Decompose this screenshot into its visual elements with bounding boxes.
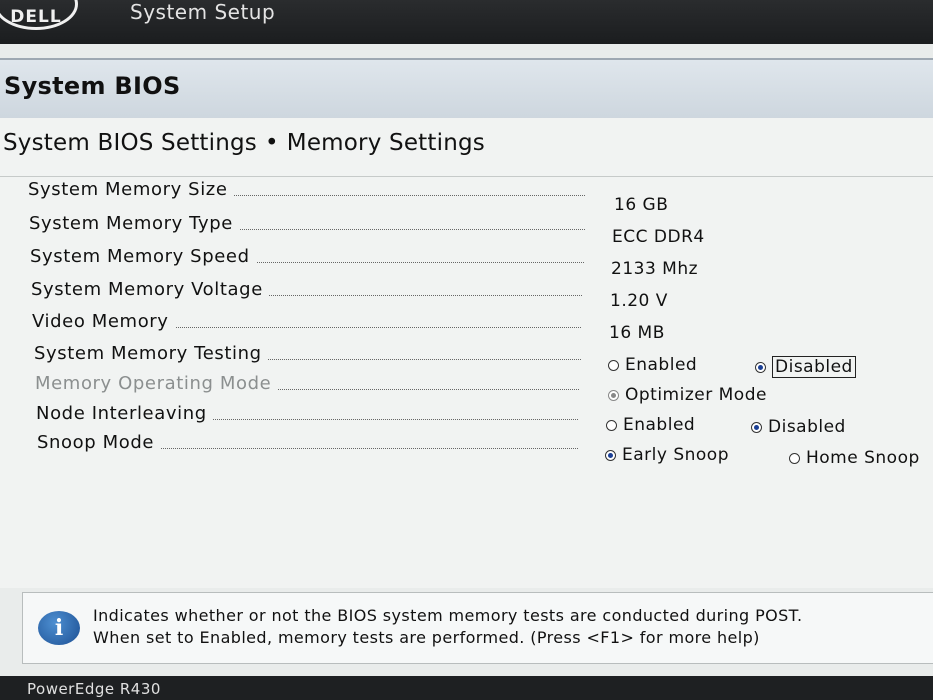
radio-on-icon	[605, 450, 616, 461]
setting-row-memory-speed: System Memory Speed 2133 Mhz	[0, 246, 933, 279]
setting-value: 2133 Mhz	[611, 259, 699, 279]
section-header: System BIOS	[0, 58, 933, 120]
radio-memory-testing-enabled[interactable]: Enabled	[608, 355, 697, 375]
dell-logo: DELL	[0, 0, 78, 30]
footer-bar: PowerEdge R430	[0, 676, 933, 700]
leader-dots	[200, 195, 585, 196]
setting-value: 16 MB	[609, 323, 665, 343]
setting-row-memory-testing[interactable]: System Memory Testing Enabled Disabled	[0, 343, 933, 378]
radio-snoop-early[interactable]: Early Snoop	[605, 445, 729, 465]
setting-label: Snoop Mode	[37, 432, 161, 453]
section-title: System BIOS	[4, 72, 181, 100]
leader-dots	[150, 327, 581, 328]
help-line-1: Indicates whether or not the BIOS system…	[93, 606, 803, 625]
leader-dots	[130, 448, 578, 449]
radio-on-icon	[755, 362, 766, 373]
help-text: Indicates whether or not the BIOS system…	[93, 605, 933, 649]
setting-row-operating-mode: Memory Operating Mode Optimizer Mode	[0, 373, 933, 405]
help-line-2: When set to Enabled, memory tests are pe…	[93, 628, 760, 647]
setting-row-snoop-mode[interactable]: Snoop Mode Early Snoop Home Snoop	[0, 432, 933, 468]
setting-row-video-memory: Video Memory 16 MB	[0, 311, 933, 343]
setting-value: 1.20 V	[610, 291, 668, 311]
setting-row-node-interleaving[interactable]: Node Interleaving Enabled Disabled	[0, 403, 933, 437]
leader-dots	[200, 229, 585, 230]
top-bar: DELL System Setup	[0, 0, 933, 44]
breadcrumb-parent[interactable]: System BIOS Settings	[3, 130, 257, 156]
setting-row-memory-voltage: System Memory Voltage 1.20 V	[0, 279, 933, 311]
setting-value: ECC DDR4	[612, 227, 705, 247]
system-model: PowerEdge R430	[27, 680, 161, 698]
page-area: System BIOS Settings • Memory Settings Sys…	[0, 118, 933, 588]
setting-label: System Memory Size	[28, 179, 234, 200]
radio-on-icon	[608, 390, 619, 401]
radio-snoop-home[interactable]: Home Snoop	[789, 448, 920, 468]
setting-label: System Memory Testing	[34, 343, 268, 364]
radio-off-icon	[606, 420, 617, 431]
settings-list: System Memory Size 16 GB System Memory T…	[0, 176, 933, 577]
setting-value: 16 GB	[614, 195, 669, 215]
setting-label: Video Memory	[32, 311, 175, 332]
setting-label: Memory Operating Mode	[35, 373, 278, 394]
setting-row-memory-size: System Memory Size 16 GB	[0, 179, 933, 215]
leader-dots	[200, 262, 584, 263]
help-bar: i Indicates whether or not the BIOS syst…	[22, 592, 933, 664]
leader-dots	[150, 419, 578, 420]
setting-label: Node Interleaving	[36, 403, 213, 424]
radio-off-icon	[789, 453, 800, 464]
radio-off-icon	[608, 360, 619, 371]
setting-label: System Memory Type	[29, 213, 239, 234]
setting-label: System Memory Speed	[30, 246, 256, 267]
setting-label: System Memory Voltage	[31, 279, 269, 300]
info-icon: i	[38, 611, 80, 645]
breadcrumb: System BIOS Settings • Memory Settings	[3, 130, 485, 156]
setting-row-memory-type: System Memory Type ECC DDR4	[0, 213, 933, 247]
breadcrumb-current: Memory Settings	[286, 130, 485, 156]
app-title: System Setup	[130, 0, 276, 24]
radio-optimizer-mode: Optimizer Mode	[608, 385, 767, 405]
breadcrumb-separator: •	[265, 130, 279, 156]
